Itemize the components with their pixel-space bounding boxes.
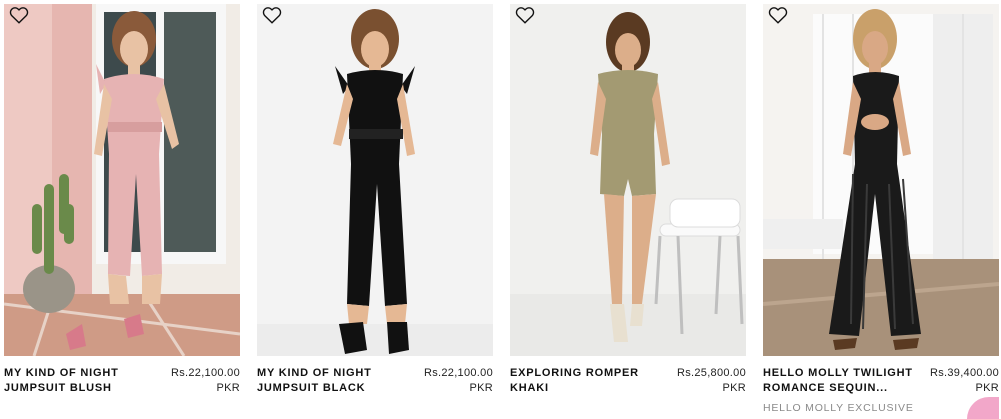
product-title[interactable]: HELLO MOLLY TWILIGHT ROMANCE SEQUIN... — [763, 366, 913, 396]
price-amount: Rs.39,400.00 — [929, 367, 999, 379]
product-image[interactable] — [257, 4, 493, 356]
product-card[interactable]: MY KIND OF NIGHT JUMPSUIT BLACK Rs.22,10… — [257, 0, 493, 419]
price-amount: Rs.25,800.00 — [676, 367, 746, 379]
product-title[interactable]: EXPLORING ROMPER KHAKI — [510, 366, 660, 396]
product-card[interactable]: EXPLORING ROMPER KHAKI Rs.25,800.00 PKR — [510, 0, 746, 419]
price-amount: Rs.22,100.00 — [170, 367, 240, 379]
product-title-line1: MY KIND OF NIGHT — [257, 367, 372, 379]
product-grid: MY KIND OF NIGHT JUMPSUIT BLUSH Rs.22,10… — [0, 0, 1001, 419]
product-title-line1: MY KIND OF NIGHT — [4, 367, 119, 379]
heart-outline-icon — [262, 7, 282, 24]
chat-widget-edge[interactable] — [967, 397, 999, 419]
product-price: Rs.39,400.00 PKR — [930, 366, 999, 396]
heart-outline-icon — [768, 7, 788, 24]
product-title-line2: JUMPSUIT BLACK — [257, 382, 366, 394]
product-price: Rs.25,800.00 PKR — [677, 366, 746, 396]
product-image[interactable] — [763, 4, 999, 356]
wishlist-button[interactable] — [514, 4, 538, 28]
wishlist-button[interactable] — [767, 4, 791, 28]
price-amount: Rs.22,100.00 — [423, 367, 493, 379]
product-image[interactable] — [4, 4, 240, 356]
product-title-line2: ROMANCE SEQUIN... — [763, 382, 888, 394]
product-price: Rs.22,100.00 PKR — [424, 366, 493, 396]
product-title[interactable]: MY KIND OF NIGHT JUMPSUIT BLACK — [257, 366, 407, 396]
heart-outline-icon — [515, 7, 535, 24]
product-image[interactable] — [510, 4, 746, 356]
product-title[interactable]: MY KIND OF NIGHT JUMPSUIT BLUSH — [4, 366, 154, 396]
heart-outline-icon — [9, 7, 29, 24]
product-title-line1: HELLO MOLLY TWILIGHT — [763, 367, 913, 379]
product-card[interactable]: MY KIND OF NIGHT JUMPSUIT BLUSH Rs.22,10… — [4, 0, 240, 419]
price-currency: PKR — [216, 382, 240, 394]
price-currency: PKR — [975, 382, 999, 394]
price-currency: PKR — [469, 382, 493, 394]
wishlist-button[interactable] — [261, 4, 285, 28]
product-title-line2: JUMPSUIT BLUSH — [4, 382, 112, 394]
price-currency: PKR — [722, 382, 746, 394]
product-price: Rs.22,100.00 PKR — [171, 366, 240, 396]
product-card[interactable]: HELLO MOLLY TWILIGHT ROMANCE SEQUIN... R… — [763, 0, 999, 419]
exclusive-badge: HELLO MOLLY EXCLUSIVE — [763, 402, 914, 414]
product-title-line1: EXPLORING ROMPER — [510, 367, 639, 379]
product-title-line2: KHAKI — [510, 382, 549, 394]
wishlist-button[interactable] — [8, 4, 32, 28]
